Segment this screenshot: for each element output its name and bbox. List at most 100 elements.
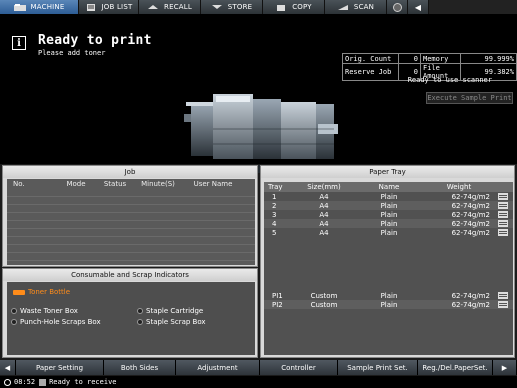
job-list-header: No. Mode Status Minute(S) User Name	[7, 179, 255, 189]
paper-tray-list[interactable]: Tray Size(mm) Name Weight 1 A4 Plain 62-74g…	[264, 182, 513, 355]
staple-scrap-icon	[137, 319, 143, 325]
size-cell: A4	[319, 219, 329, 228]
receive-icon	[39, 378, 47, 386]
weight-cell: 62-74g/m2	[451, 201, 490, 210]
consumables-panel: Consumable and Scrap Indicators Toner Bo…	[2, 268, 258, 358]
staple-scrap-indicator[interactable]: Staple Scrap Box	[137, 318, 206, 326]
orig-count-value: 0	[398, 53, 421, 64]
help-icon: ◀	[414, 2, 422, 12]
sample-print-set-button[interactable]: Sample Print Set.	[338, 360, 418, 375]
tray-cell: 1	[272, 192, 277, 201]
tray-row[interactable]: 4 A4 Plain 62-74g/m2	[264, 219, 513, 228]
name-cell: Plain	[380, 219, 398, 228]
weight-cell: 62-74g/m2	[451, 228, 490, 237]
job-panel-title: Job	[3, 166, 257, 178]
consumables-body: Toner Bottle Waste Toner Box Punch-Hole …	[7, 282, 255, 355]
machine-illustration	[178, 94, 338, 173]
status-message: Ready to print	[38, 33, 152, 48]
joblist-icon	[86, 3, 95, 11]
reg-del-paperset-button[interactable]: Reg./Del.PaperSet.	[418, 360, 493, 375]
tray-row[interactable]: 2 A4 Plain 62-74g/m2	[264, 201, 513, 210]
waste-toner-indicator[interactable]: Waste Toner Box	[11, 307, 78, 315]
tray-cell: 4	[272, 219, 277, 228]
tray-row[interactable]: PI2 Custom Plain 62-74g/m2	[264, 300, 513, 309]
tab-machine[interactable]: MACHINE	[0, 0, 79, 14]
tab-machine-label: MACHINE	[30, 3, 65, 11]
size-cell: A4	[319, 228, 329, 237]
tab-scan[interactable]: SCAN	[325, 0, 387, 14]
size-cell: Custom	[310, 291, 338, 300]
col-status: Status	[103, 180, 127, 188]
weight-cell: 62-74g/m2	[451, 219, 490, 228]
tab-job-list[interactable]: JOB LIST	[79, 0, 139, 14]
paper-level-icon	[498, 202, 508, 209]
paper-setting-button[interactable]: Paper Setting	[16, 360, 104, 375]
job-list[interactable]: No. Mode Status Minute(S) User Name	[7, 179, 255, 265]
status-submessage: Please add toner	[38, 49, 106, 57]
col-tray: Tray	[268, 183, 283, 191]
size-cell: A4	[319, 210, 329, 219]
paper-tray-panel: Paper Tray Tray Size(mm) Name Weight 1 A4…	[260, 165, 515, 358]
tray-cell: 5	[272, 228, 277, 237]
scroll-left-button[interactable]: ◀	[0, 360, 16, 375]
tab-recall[interactable]: RECALL	[139, 0, 201, 14]
paper-level-icon	[498, 193, 508, 200]
paper-level-icon	[498, 292, 508, 299]
weight-cell: 62-74g/m2	[451, 300, 490, 309]
waste-toner-label: Waste Toner Box	[20, 307, 78, 315]
staple-cartridge-icon	[137, 308, 143, 314]
tray-cell: 2	[272, 201, 277, 210]
clock-time: 08:52	[14, 378, 36, 386]
name-cell: Plain	[380, 192, 398, 201]
info-icon: i	[12, 36, 26, 50]
machine-icon	[13, 3, 26, 11]
paper-tray-header: Tray Size(mm) Name Weight	[264, 182, 513, 192]
help-button[interactable]: ◀	[408, 0, 429, 14]
weight-cell: 62-74g/m2	[451, 210, 490, 219]
toner-bottle-label: Toner Bottle	[28, 288, 71, 296]
paper-level-icon	[498, 301, 508, 308]
scan-icon	[337, 4, 348, 10]
paper-tray-title: Paper Tray	[261, 166, 514, 178]
tray-row[interactable]: 5 A4 Plain 62-74g/m2	[264, 228, 513, 237]
tray-cell: 3	[272, 210, 277, 219]
weight-cell: 62-74g/m2	[451, 291, 490, 300]
settings-icon	[392, 2, 402, 12]
paper-level-icon	[498, 229, 508, 236]
recall-icon	[148, 4, 159, 9]
tab-copy-label: COPY	[292, 3, 312, 11]
tab-store[interactable]: STORE	[201, 0, 263, 14]
consumables-panel-title: Consumable and Scrap Indicators	[3, 269, 257, 281]
punch-hole-icon	[11, 319, 17, 325]
tray-rows: 1 A4 Plain 62-74g/m2 2 A4 Plain 62-74g/m2 3 A4 Pla…	[264, 192, 513, 237]
toner-bottle-indicator[interactable]: Toner Bottle	[13, 288, 70, 296]
tray-row[interactable]: 3 A4 Plain 62-74g/m2	[264, 210, 513, 219]
scroll-right-button[interactable]: ▶	[493, 360, 517, 375]
orig-count-label: Orig. Count	[342, 53, 399, 64]
both-sides-button[interactable]: Both Sides	[104, 360, 176, 375]
weight-cell: 62-74g/m2	[451, 192, 490, 201]
name-cell: Plain	[380, 300, 398, 309]
tray-row[interactable]: PI1 Custom Plain 62-74g/m2	[264, 291, 513, 300]
copy-icon	[277, 4, 286, 11]
settings-button[interactable]	[387, 0, 408, 14]
punch-hole-indicator[interactable]: Punch-Hole Scraps Box	[11, 318, 101, 326]
col-mode: Mode	[66, 180, 86, 188]
bottom-tab-bar: ◀ Paper Setting Both Sides Adjustment Co…	[0, 360, 517, 375]
clock-icon	[4, 378, 11, 386]
name-cell: Plain	[380, 210, 398, 219]
tab-copy[interactable]: COPY	[263, 0, 325, 14]
col-no: No.	[13, 180, 25, 188]
toner-bottle-icon	[13, 289, 25, 295]
waste-toner-icon	[11, 308, 17, 314]
name-cell: Plain	[380, 291, 398, 300]
col-weight: Weight	[446, 183, 472, 191]
execute-sample-print-button[interactable]: Execute Sample Print	[426, 92, 513, 104]
tray-row[interactable]: 1 A4 Plain 62-74g/m2	[264, 192, 513, 201]
controller-button[interactable]: Controller	[260, 360, 338, 375]
tab-scan-label: SCAN	[353, 3, 375, 11]
adjustment-button[interactable]: Adjustment	[176, 360, 260, 375]
staple-cartridge-indicator[interactable]: Staple Cartridge	[137, 307, 203, 315]
job-panel: Job No. Mode Status Minute(S) User Name	[2, 165, 258, 267]
col-name: Name	[378, 183, 400, 191]
